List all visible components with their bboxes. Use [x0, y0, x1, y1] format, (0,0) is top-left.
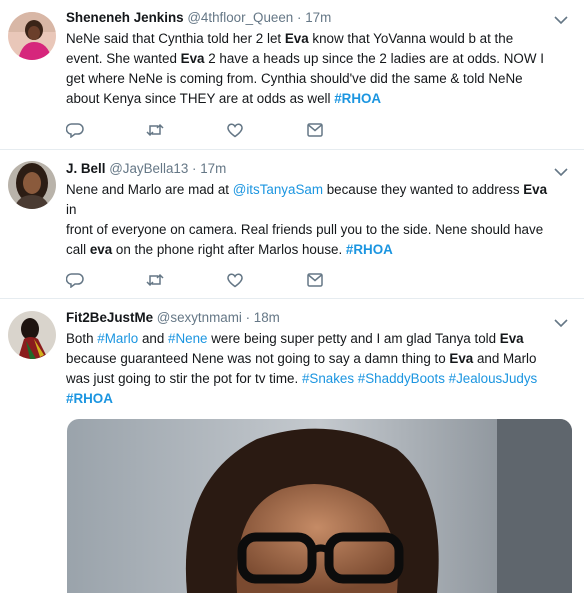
- tweet-feed: Sheneneh Jenkins @4thfloor_Queen · 17m N…: [0, 0, 584, 593]
- chevron-down-icon[interactable]: [554, 12, 568, 25]
- hashtag-rhoa[interactable]: #RHOA: [346, 242, 393, 257]
- retweet-icon[interactable]: [146, 122, 166, 140]
- reply-icon[interactable]: [65, 122, 86, 140]
- hashtag-jealousjudys[interactable]: #JealousJudys: [449, 371, 538, 386]
- tweet[interactable]: Sheneneh Jenkins @4thfloor_Queen · 17m N…: [0, 0, 584, 150]
- attached-image[interactable]: [67, 419, 572, 593]
- timestamp[interactable]: 18m: [254, 310, 280, 325]
- text-line: Both #Marlo and #Nene were being super p…: [66, 331, 524, 346]
- user-handle[interactable]: @sexytnmami: [157, 310, 242, 325]
- display-name[interactable]: Fit2BeJustMe: [66, 310, 153, 325]
- chevron-down-icon[interactable]: [554, 164, 568, 177]
- highlight-eva: eva: [89, 242, 113, 257]
- highlight-eva: Eva: [284, 31, 309, 46]
- heart-icon[interactable]: [226, 122, 246, 140]
- hashtag-snakes[interactable]: #Snakes: [302, 371, 354, 386]
- hashtag-rhoa[interactable]: #RHOA: [334, 91, 381, 106]
- envelope-icon[interactable]: [306, 122, 326, 140]
- tweet-text: NeNe said that Cynthia told her 2 let Ev…: [66, 29, 574, 109]
- hashtag-rhoa[interactable]: #RHOA: [66, 391, 113, 406]
- avatar[interactable]: [8, 12, 56, 60]
- highlight-eva: Eva: [499, 331, 524, 346]
- display-name[interactable]: Sheneneh Jenkins: [66, 10, 184, 25]
- display-name[interactable]: J. Bell: [66, 161, 105, 176]
- avatar[interactable]: [8, 311, 56, 359]
- hashtag-nene[interactable]: #Nene: [168, 331, 207, 346]
- timestamp[interactable]: 17m: [305, 10, 331, 25]
- text-line: NeNe said that Cynthia told her 2 let Ev…: [66, 31, 514, 46]
- separator-dot: ·: [245, 310, 251, 325]
- user-handle[interactable]: @4thfloor_Queen: [187, 10, 293, 25]
- text-line: call eva on the phone right after Marlos…: [66, 242, 393, 257]
- hashtag-marlo[interactable]: #Marlo: [97, 331, 138, 346]
- text-line: event. She wanted Eva 2 have a heads up …: [66, 51, 544, 66]
- text-line: in: [66, 202, 77, 217]
- tweet-header: Fit2BeJustMe @sexytnmami · 18m: [66, 309, 554, 327]
- tweet-header: J. Bell @JayBella13 · 17m: [66, 160, 554, 178]
- avatar[interactable]: [8, 161, 56, 209]
- tweet[interactable]: J. Bell @JayBella13 · 17m Nene and Marlo…: [0, 150, 584, 299]
- text-line: was just going to stir the pot for tv ti…: [66, 371, 538, 386]
- mention-link[interactable]: @itsTanyaSam: [233, 182, 323, 197]
- separator-dot: ·: [192, 161, 197, 176]
- tweet-header: Sheneneh Jenkins @4thfloor_Queen · 17m: [66, 9, 554, 27]
- envelope-icon[interactable]: [306, 272, 326, 290]
- reply-icon[interactable]: [65, 272, 86, 290]
- tweet-text: Both #Marlo and #Nene were being super p…: [66, 329, 574, 409]
- text-line: about Kenya since THEY are at odds as we…: [66, 91, 382, 106]
- text-line: front of everyone on camera. Real friend…: [66, 222, 544, 237]
- separator-dot: ·: [296, 10, 302, 25]
- highlight-eva: Eva: [449, 351, 474, 366]
- text-line: get where NeNe is coming from. Cynthia s…: [66, 71, 523, 86]
- text-line: Nene and Marlo are mad at @itsTanyaSam b…: [66, 182, 548, 197]
- highlight-eva: Eva: [523, 182, 548, 197]
- text-line: because guaranteed Nene was not going to…: [66, 351, 537, 366]
- tweet-text: Nene and Marlo are mad at @itsTanyaSam b…: [66, 180, 574, 260]
- text-line: #RHOA: [66, 389, 574, 409]
- chevron-down-icon[interactable]: [554, 315, 568, 328]
- user-handle[interactable]: @JayBella13: [109, 161, 188, 176]
- highlight-eva: Eva: [180, 51, 205, 66]
- timestamp[interactable]: 17m: [200, 161, 226, 176]
- retweet-icon[interactable]: [146, 272, 166, 290]
- hashtag-shaddyboots[interactable]: #ShaddyBoots: [358, 371, 445, 386]
- heart-icon[interactable]: [226, 272, 246, 290]
- tweet[interactable]: Fit2BeJustMe @sexytnmami · 18m Both #Mar…: [0, 299, 584, 593]
